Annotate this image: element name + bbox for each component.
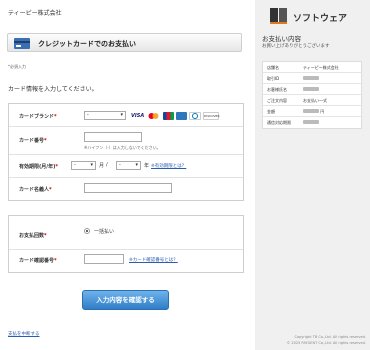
expiry-month-select[interactable]: - ▾ — [71, 161, 96, 170]
amex-logo-icon — [176, 112, 187, 120]
installment-label: お支払回数* — [19, 233, 47, 239]
redacted-value — [303, 87, 319, 91]
redacted-value — [303, 76, 319, 80]
confirm-button[interactable]: 入力内容を確認する — [82, 290, 169, 310]
payment-summary-title: お支払い内容 — [262, 35, 301, 43]
page-title-bar: クレジットカードでのお支払い — [7, 33, 242, 52]
expiry-label: 有効期限(月/年)* — [19, 164, 59, 170]
cvv-label: カード確認番号* — [19, 258, 57, 264]
copyright-line: Copyright TB Co.,Ltd. All rights reserve… — [294, 335, 367, 339]
main-panel: ティーピー株式会社 クレジットカードでのお支払い *必須入力 カード情報を入力し… — [0, 0, 255, 350]
chevron-down-icon: ▾ — [135, 162, 138, 168]
redacted-value — [303, 109, 319, 113]
jcb-logo-icon — [163, 112, 174, 120]
brand-row: カードブランド* - ▾ VISA DISCOVER — [9, 104, 243, 127]
brand-name: ソフトウェア — [293, 14, 348, 24]
summary-row: ご注文内容 お支払い一式 — [263, 95, 361, 106]
payment-options-box: お支払回数* 一括払い カード確認番号* ※カード確認番号とは？ — [8, 215, 244, 273]
cvv-row: カード確認番号* ※カード確認番号とは？ — [9, 250, 243, 272]
summary-row: 金額 円 — [263, 106, 361, 117]
brand-select[interactable]: - ▾ — [84, 111, 126, 120]
summary-row: お客様氏名 — [263, 84, 361, 95]
summary-row: 取引ID — [263, 73, 361, 84]
discover-logo-icon: DISCOVER — [203, 112, 220, 120]
page-title: クレジットカードでのお支払い — [38, 40, 136, 48]
expiry-year-select[interactable]: - ▾ — [116, 161, 141, 170]
slash-separator: / — [106, 162, 108, 168]
cvv-help-link[interactable]: ※カード確認番号とは？ — [129, 257, 178, 263]
holder-label: カード名義人* — [19, 187, 52, 193]
payment-summary-table: 店舗名 ティーピー株式会社 取引ID お客様氏名 ご注文内容 お支払い一式 金額… — [262, 61, 362, 129]
expiry-help-link[interactable]: ※有効期限とは？ — [151, 163, 186, 169]
holder-name-input[interactable] — [84, 183, 172, 193]
chevron-down-icon: ▾ — [120, 112, 123, 118]
card-number-input[interactable] — [84, 132, 142, 142]
card-info-form: カードブランド* - ▾ VISA DISCOVER カード番号* ※ハイフン（-… — [8, 103, 244, 201]
card-number-row: カード番号* ※ハイフン（-）は入力しないでください。 — [9, 127, 243, 155]
sidebar-panel — [255, 0, 370, 350]
credit-card-icon — [14, 38, 30, 49]
card-number-hint: ※ハイフン（-）は入力しないでください。 — [84, 145, 161, 150]
required-note: *必須入力 — [8, 64, 26, 69]
card-number-label: カード番号* — [19, 138, 47, 144]
holder-row: カード名義人* — [9, 178, 243, 200]
mastercard-logo-icon — [147, 113, 160, 119]
cvv-input[interactable] — [84, 254, 124, 264]
payment-summary-subtitle: お買い上げありがとうございます — [262, 44, 330, 49]
visa-logo-icon: VISA — [131, 113, 145, 119]
lump-sum-radio[interactable] — [84, 228, 90, 234]
cancel-payment-link[interactable]: 支払を中断する — [8, 331, 40, 337]
summary-row: 店舗名 ティーピー株式会社 — [263, 62, 361, 73]
lump-sum-label: 一括払い — [94, 229, 115, 235]
installment-row: お支払回数* 一括払い — [9, 216, 243, 250]
brand-label: カードブランド* — [19, 114, 57, 120]
diners-logo-icon — [189, 112, 201, 120]
redacted-value — [303, 120, 319, 124]
brand-logo: ソフトウェア — [269, 6, 364, 28]
company-name: ティーピー株式会社 — [8, 10, 62, 17]
month-unit: 月 — [99, 163, 105, 169]
chevron-down-icon: ▾ — [90, 162, 93, 168]
copyright-line: © 2025 PAYGENT Co.,Ltd. All rights reser… — [286, 341, 366, 345]
summary-row: 通信対応期限 — [263, 117, 361, 128]
expiry-row: 有効期限(月/年)* - ▾ 月 / - ▾ 年 ※有効期限とは？ — [9, 155, 243, 178]
intro-text: カード情報を入力してください。 — [8, 86, 98, 93]
brand-mark-icon — [270, 8, 287, 24]
year-unit: 年 — [144, 163, 150, 169]
